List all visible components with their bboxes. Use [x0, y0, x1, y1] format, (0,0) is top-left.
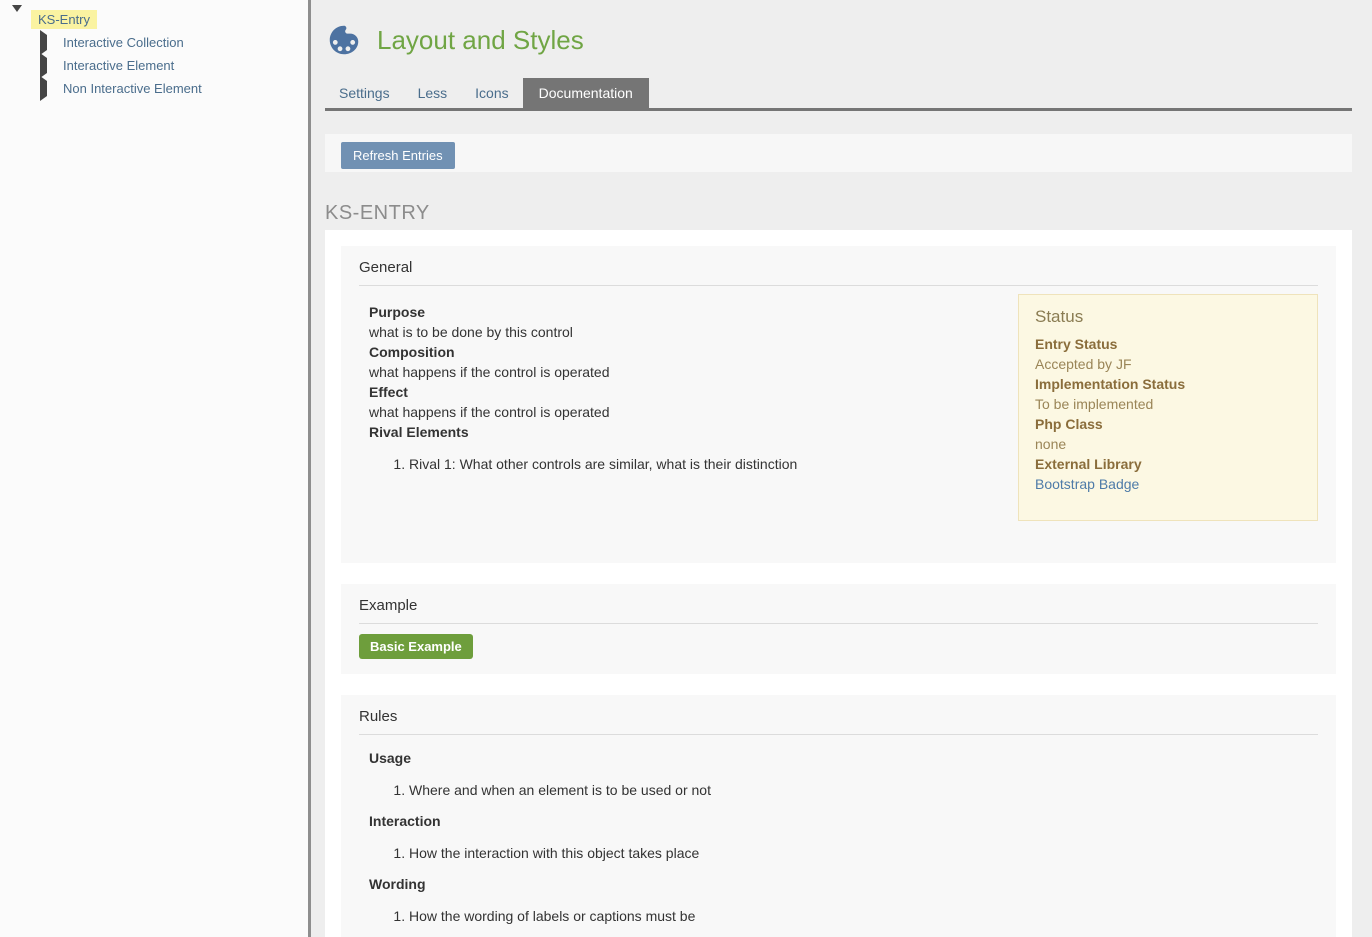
status-heading: Status: [1035, 307, 1301, 327]
caret-right-icon[interactable]: [40, 35, 50, 50]
caret-down-icon[interactable]: [12, 12, 22, 27]
tab-less[interactable]: Less: [404, 78, 462, 108]
rule-group-label: Usage: [369, 750, 1318, 767]
divider: [359, 285, 1318, 286]
app-header: Layout and Styles: [325, 0, 1352, 59]
status-field-value: Accepted by JF: [1035, 354, 1301, 374]
tab-documentation[interactable]: Documentation: [523, 78, 649, 108]
section-general-heading: General: [359, 256, 1318, 285]
status-field-label: External Library: [1035, 454, 1301, 474]
tree-node-ks-entry[interactable]: KS-Entry: [0, 8, 308, 31]
documentation-card: General Purpose what is to be done by th…: [325, 230, 1352, 937]
basic-example-badge: Basic Example: [359, 634, 473, 659]
field-value: what is to be done by this control: [369, 322, 989, 342]
refresh-entries-button[interactable]: Refresh Entries: [341, 142, 455, 169]
tree-node-label[interactable]: Non Interactive Element: [59, 79, 206, 98]
field-label: Effect: [369, 382, 989, 402]
rule-list: Where and when an element is to be used …: [369, 782, 1318, 798]
list-item: Rival 1: What other controls are similar…: [409, 454, 989, 474]
status-field-label: Entry Status: [1035, 334, 1301, 354]
rule-group-label: Wording: [369, 876, 1318, 893]
sidebar-tree: KS-Entry Interactive Collection Interact…: [0, 0, 311, 937]
palette-icon: [325, 21, 363, 59]
tab-icons[interactable]: Icons: [461, 78, 522, 108]
tree-node-interactive-element[interactable]: Interactive Element: [0, 54, 308, 77]
status-box: Status Entry Status Accepted by JF Imple…: [1018, 294, 1318, 521]
status-field-label: Implementation Status: [1035, 374, 1301, 394]
list-item: How the wording of labels or captions mu…: [409, 908, 1318, 924]
section-example-heading: Example: [359, 594, 1318, 623]
rule-list: How the wording of labels or captions mu…: [369, 908, 1318, 924]
page-title: KS-ENTRY: [325, 202, 1352, 225]
rule-list: How the interaction with this object tak…: [369, 845, 1318, 861]
section-general: General Purpose what is to be done by th…: [341, 246, 1336, 563]
tree-node-label[interactable]: KS-Entry: [31, 10, 97, 29]
section-rules: Rules Usage Where and when an element is…: [341, 695, 1336, 937]
caret-right-icon[interactable]: [40, 81, 50, 96]
status-field-label: Php Class: [1035, 414, 1301, 434]
caret-right-icon[interactable]: [40, 58, 50, 73]
field-value: what happens if the control is operated: [369, 362, 989, 382]
list-item: How the interaction with this object tak…: [409, 845, 1318, 861]
toolbar: Refresh Entries: [325, 134, 1352, 172]
main-content: Layout and Styles Settings Less Icons Do…: [311, 0, 1372, 937]
tree-node-interactive-collection[interactable]: Interactive Collection: [0, 31, 308, 54]
tree-node-non-interactive-element[interactable]: Non Interactive Element: [0, 77, 308, 100]
rules-body: Usage Where and when an element is to be…: [369, 750, 1318, 937]
page-header-title: Layout and Styles: [377, 25, 584, 56]
rival-elements-list: Rival 1: What other controls are similar…: [369, 454, 989, 474]
status-field-value: none: [1035, 434, 1301, 454]
field-label: Composition: [369, 342, 989, 362]
field-label: Purpose: [369, 302, 989, 322]
tab-settings[interactable]: Settings: [325, 78, 404, 108]
general-body: Purpose what is to be done by this contr…: [369, 302, 989, 474]
external-library-link[interactable]: Bootstrap Badge: [1035, 474, 1301, 494]
tree-node-label[interactable]: Interactive Collection: [59, 33, 188, 52]
field-label: Rival Elements: [369, 422, 989, 442]
tree-node-label[interactable]: Interactive Element: [59, 56, 178, 75]
tabbar: Settings Less Icons Documentation: [325, 78, 1352, 111]
divider: [359, 623, 1318, 624]
divider: [359, 734, 1318, 735]
section-rules-heading: Rules: [359, 705, 1318, 734]
field-value: what happens if the control is operated: [369, 402, 989, 422]
list-item: Where and when an element is to be used …: [409, 782, 1318, 798]
rule-group-label: Interaction: [369, 813, 1318, 830]
section-example: Example Basic Example: [341, 584, 1336, 674]
status-field-value: To be implemented: [1035, 394, 1301, 414]
